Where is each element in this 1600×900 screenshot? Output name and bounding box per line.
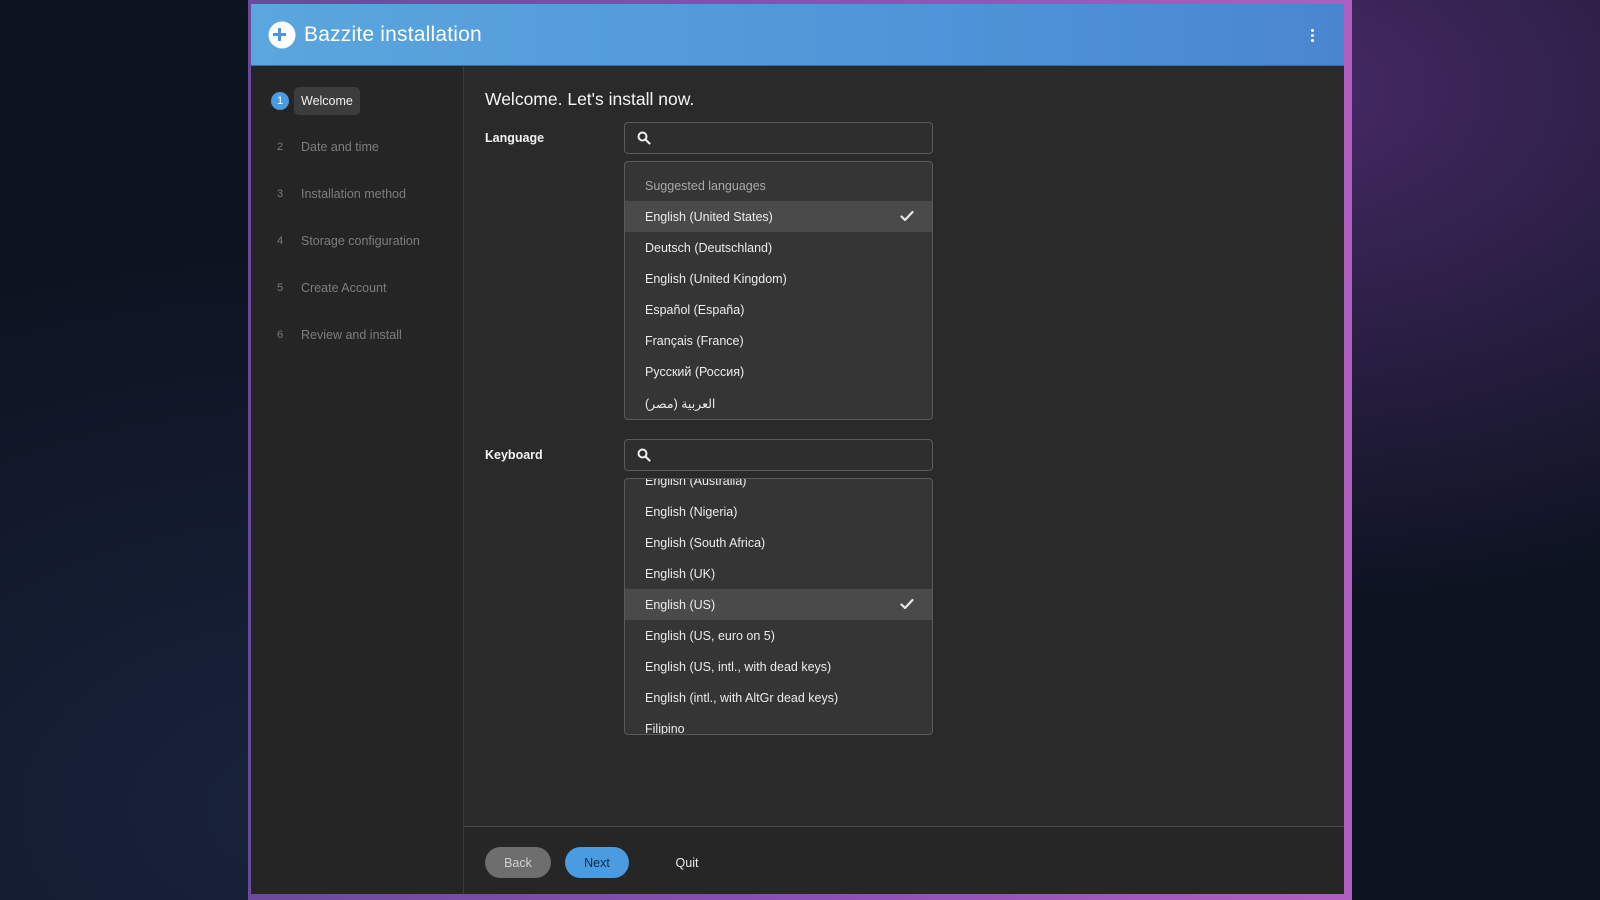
- search-icon: [637, 448, 651, 462]
- main-content: Welcome. Let's install now. Language Sug…: [464, 66, 1344, 826]
- language-group-header: Suggested languages: [645, 178, 766, 193]
- language-option[interactable]: Deutsch (Deutschland): [625, 232, 932, 263]
- language-list[interactable]: Suggested languages English (United Stat…: [624, 161, 933, 420]
- sidebar-step-create-account[interactable]: 5 Create Account: [271, 273, 393, 303]
- keyboard-label: Keyboard: [485, 448, 543, 462]
- step-label: Installation method: [301, 187, 406, 201]
- keyboard-option[interactable]: English (Australia): [625, 479, 932, 496]
- sidebar-step-installation-method[interactable]: 3 Installation method: [271, 179, 413, 209]
- keyboard-option[interactable]: English (South Africa): [625, 527, 932, 558]
- language-option[interactable]: Français (France): [625, 325, 932, 356]
- page-title: Welcome. Let's install now.: [485, 89, 695, 109]
- keyboard-search-box[interactable]: [624, 439, 933, 471]
- header-bar: Bazzite installation: [251, 4, 1344, 66]
- step-label: Review and install: [301, 328, 402, 342]
- keyboard-option[interactable]: English (intl., with AltGr dead keys): [625, 682, 932, 713]
- language-option-selected[interactable]: English (United States): [625, 201, 932, 232]
- language-option[interactable]: العربية (مصر): [625, 388, 932, 419]
- checkmark-icon: [900, 210, 914, 222]
- keyboard-option[interactable]: English (Nigeria): [625, 496, 932, 527]
- keyboard-option-label: English (US): [645, 597, 716, 612]
- step-label: Date and time: [301, 140, 379, 154]
- step-label: Create Account: [301, 281, 387, 295]
- language-search-box[interactable]: [624, 122, 933, 154]
- window-title: Bazzite installation: [304, 22, 482, 46]
- step-label: Storage configuration: [301, 234, 420, 248]
- sidebar-step-storage-configuration[interactable]: 4 Storage configuration: [271, 226, 427, 256]
- keyboard-search-input[interactable]: [659, 441, 932, 469]
- language-option[interactable]: Русский (Россия): [625, 356, 932, 387]
- keyboard-option[interactable]: English (US, euro on 5): [625, 620, 932, 651]
- keyboard-option[interactable]: Filipino: [625, 713, 932, 735]
- keyboard-list[interactable]: English (Australia) English (Nigeria) En…: [624, 478, 933, 735]
- language-option[interactable]: Español (España): [625, 294, 932, 325]
- next-button[interactable]: Next: [565, 847, 629, 878]
- steps-sidebar: 1 Welcome 2 Date and time 3 Installation…: [251, 66, 464, 894]
- quit-button[interactable]: Quit: [664, 847, 710, 878]
- keyboard-option-selected[interactable]: English (US): [625, 589, 932, 620]
- installer-window: Bazzite installation 1 Welcome 2 Date an…: [251, 4, 1344, 894]
- sidebar-step-welcome[interactable]: 1 Welcome: [271, 86, 360, 116]
- language-option-label: English (United States): [645, 209, 773, 224]
- keyboard-option[interactable]: English (UK): [625, 558, 932, 589]
- step-number: 1: [271, 92, 289, 110]
- search-icon: [637, 131, 651, 145]
- language-option[interactable]: English (United Kingdom): [625, 263, 932, 294]
- kebab-menu-icon[interactable]: [1302, 24, 1322, 46]
- step-number: 2: [276, 141, 284, 153]
- language-search-input[interactable]: [659, 124, 932, 152]
- language-label: Language: [485, 131, 545, 145]
- back-button[interactable]: Back: [485, 847, 551, 878]
- step-number: 5: [276, 282, 284, 294]
- step-number: 3: [276, 188, 284, 200]
- sidebar-step-date-and-time[interactable]: 2 Date and time: [271, 132, 386, 162]
- step-number: 6: [276, 329, 284, 341]
- keyboard-option[interactable]: English (US, intl., with dead keys): [625, 651, 932, 682]
- step-number: 4: [276, 235, 284, 247]
- checkmark-icon: [900, 598, 914, 610]
- footer-actions: Back Next Quit: [464, 826, 1344, 894]
- sidebar-step-review-and-install[interactable]: 6 Review and install: [271, 320, 409, 350]
- bazzite-logo-icon: [268, 21, 296, 49]
- step-label: Welcome: [294, 87, 360, 115]
